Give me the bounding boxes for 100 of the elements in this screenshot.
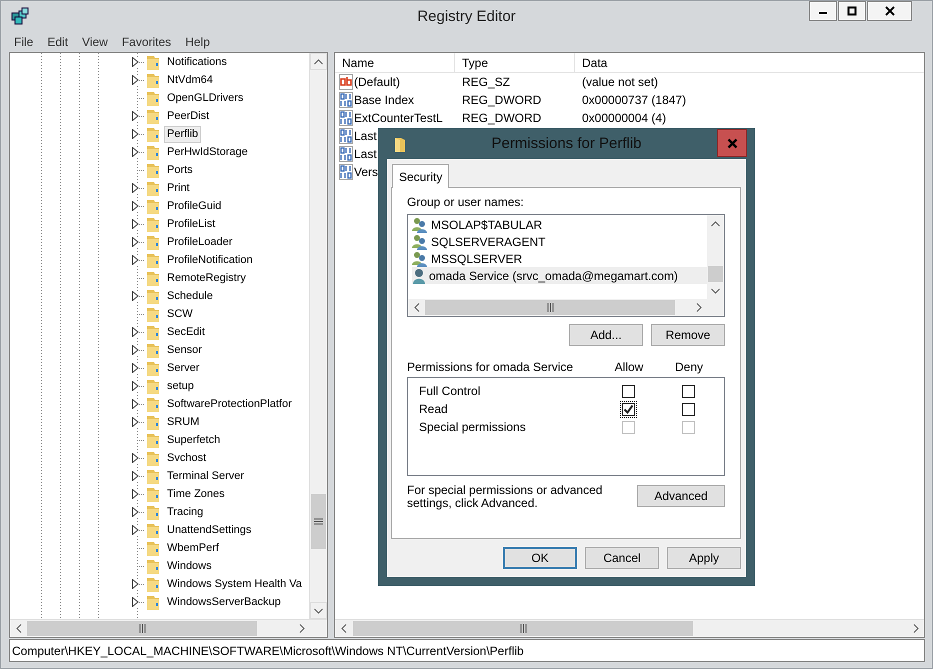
expand-arrow-icon[interactable] [132, 57, 139, 67]
expand-arrow-icon[interactable] [132, 75, 139, 85]
checkbox[interactable] [620, 382, 636, 400]
horizontal-scrollbar[interactable] [10, 619, 327, 637]
tree-item[interactable]: Time Zones [164, 486, 228, 502]
menu-item[interactable]: Favorites [114, 35, 178, 49]
tree-item[interactable]: Windows [164, 558, 215, 574]
expand-arrow-icon[interactable] [132, 597, 139, 607]
scroll-left-icon[interactable] [340, 624, 346, 633]
add-button[interactable]: Add... [569, 324, 643, 346]
scroll-right-icon[interactable] [912, 624, 918, 633]
expand-arrow-icon[interactable] [132, 291, 139, 301]
user-list-item[interactable]: SQLSERVERAGENT [412, 233, 707, 250]
menu-item[interactable]: Edit [40, 35, 76, 49]
value-name[interactable]: (Default) [354, 75, 400, 89]
column-header[interactable]: Name [335, 53, 455, 72]
expand-arrow-icon[interactable] [132, 219, 139, 229]
tree-item[interactable]: WbemPerf [164, 540, 222, 556]
expand-arrow-icon[interactable] [132, 489, 139, 499]
expand-arrow-icon[interactable] [132, 129, 139, 139]
minimize-button[interactable] [809, 1, 837, 21]
tree-item[interactable]: SCW [164, 306, 196, 322]
expand-arrow-icon[interactable] [132, 453, 139, 463]
tree-item[interactable]: Sensor [164, 342, 205, 358]
scroll-up-icon[interactable] [711, 220, 720, 226]
advanced-button[interactable]: Advanced [637, 485, 725, 507]
expand-arrow-icon[interactable] [132, 111, 139, 121]
tree-item[interactable]: Windows System Health Va [164, 576, 305, 592]
expand-arrow-icon[interactable] [132, 417, 139, 427]
tree-item[interactable]: Ports [164, 162, 196, 178]
tree-item[interactable]: PeerDist [164, 108, 212, 124]
checkbox[interactable] [620, 400, 636, 418]
tree-item[interactable]: ProfileNotification [164, 252, 256, 268]
checkbox[interactable] [680, 400, 696, 418]
scroll-down-icon[interactable] [314, 608, 323, 614]
user-list-item[interactable]: MSOLAP$TABULAR [412, 216, 707, 233]
scroll-left-icon[interactable] [16, 624, 22, 633]
tree-item[interactable]: SoftwareProtectionPlatfor [164, 396, 295, 412]
scroll-right-icon[interactable] [696, 303, 702, 312]
tree-item[interactable]: NtVdm64 [164, 72, 216, 88]
scroll-up-icon[interactable] [314, 58, 323, 64]
remove-button[interactable]: Remove [651, 324, 725, 346]
tree-item[interactable]: Print [164, 180, 193, 196]
tree-item[interactable]: OpenGLDrivers [164, 90, 246, 106]
expand-arrow-icon[interactable] [132, 399, 139, 409]
tree-item[interactable]: Perflib [164, 126, 202, 142]
horizontal-scrollbar[interactable] [335, 619, 924, 637]
dialog-button[interactable]: Cancel [585, 547, 659, 569]
vertical-scrollbar[interactable] [309, 53, 327, 619]
value-name[interactable]: ExtCounterTestL [354, 111, 443, 125]
checkbox[interactable] [680, 382, 696, 400]
expand-arrow-icon[interactable] [132, 507, 139, 517]
expand-arrow-icon[interactable] [132, 579, 139, 589]
tree-item[interactable]: SRUM [164, 414, 202, 430]
tree-item[interactable]: Schedule [164, 288, 216, 304]
value-name[interactable]: Last [354, 147, 377, 161]
tree-item[interactable]: Server [164, 360, 202, 376]
maximize-button[interactable] [838, 1, 866, 21]
tree-item[interactable]: SecEdit [164, 324, 208, 340]
tree-item[interactable]: ProfileList [164, 216, 218, 232]
scroll-right-icon[interactable] [298, 624, 304, 633]
expand-arrow-icon[interactable] [132, 255, 139, 265]
dialog-button[interactable]: Apply [667, 547, 741, 569]
scroll-down-icon[interactable] [711, 288, 720, 294]
expand-arrow-icon[interactable] [132, 345, 139, 355]
value-name[interactable]: Vers [354, 165, 378, 179]
tree-item[interactable]: Tracing [164, 504, 206, 520]
value-name[interactable]: Base Index [354, 93, 414, 107]
expand-arrow-icon[interactable] [132, 201, 139, 211]
tab[interactable]: Security [392, 164, 450, 188]
column-header[interactable]: Type [455, 53, 575, 72]
expand-arrow-icon[interactable] [132, 525, 139, 535]
expand-arrow-icon[interactable] [132, 147, 139, 157]
expand-arrow-icon[interactable] [132, 183, 139, 193]
tree-item[interactable]: WindowsServerBackup [164, 594, 284, 610]
tree-item[interactable]: UnattendSettings [164, 522, 254, 538]
tree-item[interactable]: ProfileLoader [164, 234, 236, 250]
expand-arrow-icon[interactable] [132, 471, 139, 481]
menu-item[interactable]: View [75, 35, 115, 49]
user-list-item[interactable]: omada Service (srvc_omada@megamart.com) [412, 267, 707, 284]
tree-item[interactable]: Terminal Server [164, 468, 248, 484]
tree-item[interactable]: Notifications [164, 54, 230, 70]
tree-item[interactable]: ProfileGuid [164, 198, 224, 214]
tree-item[interactable]: PerHwIdStorage [164, 144, 251, 160]
user-list-item[interactable]: MSSQLSERVER [412, 250, 707, 267]
tree-item[interactable]: Superfetch [164, 432, 224, 448]
vertical-scrollbar[interactable] [707, 215, 724, 299]
tree-item[interactable]: Svchost [164, 450, 210, 466]
expand-arrow-icon[interactable] [132, 237, 139, 247]
expand-arrow-icon[interactable] [132, 381, 139, 391]
menu-item[interactable]: Help [178, 35, 217, 49]
column-header[interactable]: Data [575, 53, 924, 72]
tree-item[interactable]: RemoteRegistry [164, 270, 249, 286]
dialog-button[interactable]: OK [503, 547, 577, 569]
scroll-thumb[interactable] [708, 266, 723, 282]
scroll-left-icon[interactable] [414, 303, 420, 312]
close-button[interactable] [867, 1, 912, 21]
tree-item[interactable]: setup [164, 378, 197, 394]
value-name[interactable]: Last [354, 129, 377, 143]
expand-arrow-icon[interactable] [132, 327, 139, 337]
